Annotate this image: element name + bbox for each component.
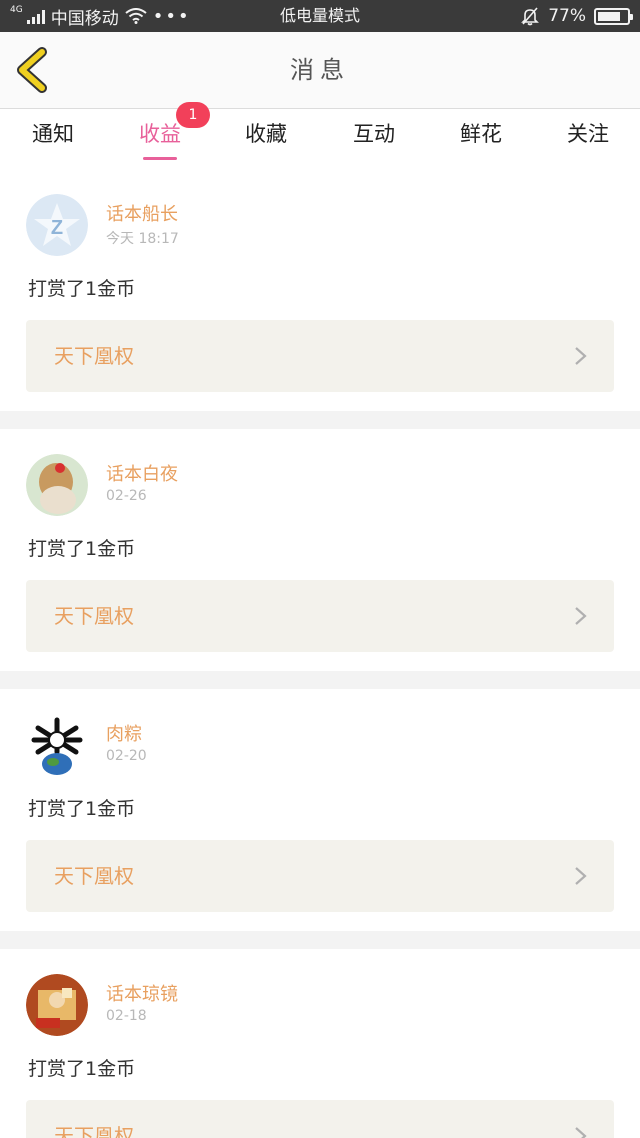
tab-favorites[interactable]: 收藏: [221, 110, 311, 170]
battery-fill: [598, 11, 620, 21]
tab-label: 关注: [567, 122, 609, 146]
user-name[interactable]: 话本白夜: [106, 460, 178, 486]
message-text: 打赏了1金币: [28, 538, 136, 560]
active-tab-indicator: [143, 157, 177, 160]
unread-badge: 1: [176, 102, 210, 128]
message-time: 02-26: [106, 488, 147, 504]
message-time: 02-18: [106, 1008, 147, 1024]
page-title: 消息: [290, 56, 350, 84]
book-title: 天下凰权: [54, 864, 134, 888]
book-title: 天下凰权: [54, 604, 134, 628]
tab-label: 通知: [32, 122, 74, 146]
tab-notifications[interactable]: 通知: [8, 110, 98, 170]
tab-bar: 通知 收益 收藏 互动 鲜花 关注: [0, 110, 640, 170]
tab-label: 互动: [353, 122, 395, 146]
avatar[interactable]: [26, 974, 88, 1036]
svg-text:Z: Z: [51, 217, 63, 239]
avatar[interactable]: [26, 454, 88, 516]
chevron-right-icon: [575, 607, 587, 625]
card-divider: [0, 931, 640, 949]
battery-percent: 77%: [548, 6, 586, 26]
chevron-right-icon: [575, 1127, 587, 1138]
message-text: 打赏了1金币: [28, 798, 136, 820]
message-card: Z 话本船长 今天 18:17 打赏了1金币 天下凰权: [0, 170, 640, 412]
tab-following[interactable]: 关注: [543, 110, 633, 170]
status-right: 77%: [520, 0, 633, 32]
tab-label: 收藏: [245, 122, 287, 146]
book-link[interactable]: 天下凰权: [26, 320, 614, 392]
mute-bell-icon: [521, 7, 540, 26]
status-bar: 4G 中国移动 ••• 低电量模式 77%: [0, 0, 640, 32]
user-name[interactable]: 肉粽: [106, 720, 142, 746]
book-link[interactable]: 天下凰权: [26, 580, 614, 652]
message-card: 话本白夜 02-26 打赏了1金币 天下凰权: [0, 430, 640, 672]
chevron-right-icon: [575, 867, 587, 885]
avatar[interactable]: Z: [26, 194, 88, 256]
battery-icon: [594, 7, 633, 25]
book-link[interactable]: 天下凰权: [26, 840, 614, 912]
chevron-right-icon: [575, 347, 587, 365]
book-link[interactable]: 天下凰权: [26, 1100, 614, 1138]
message-time: 02-20: [106, 748, 147, 764]
message-card: 肉粽 02-20 打赏了1金币 天下凰权: [0, 690, 640, 932]
user-name[interactable]: 话本船长: [106, 200, 178, 226]
tab-flowers[interactable]: 鲜花: [436, 110, 526, 170]
tab-label: 收益: [139, 122, 181, 146]
message-time: 今天 18:17: [106, 231, 179, 247]
tab-label: 鲜花: [460, 122, 502, 146]
message-card: 话本琼镜 02-18 打赏了1金币 天下凰权: [0, 950, 640, 1138]
book-title: 天下凰权: [54, 344, 134, 368]
tab-interactions[interactable]: 互动: [329, 110, 419, 170]
card-divider: [0, 671, 640, 689]
avatar[interactable]: [26, 714, 88, 776]
book-title: 天下凰权: [54, 1124, 134, 1138]
message-text: 打赏了1金币: [28, 278, 136, 300]
nav-bar: 消息: [0, 32, 640, 109]
message-text: 打赏了1金币: [28, 1058, 136, 1080]
user-name[interactable]: 话本琼镜: [106, 980, 178, 1006]
card-divider: [0, 411, 640, 429]
